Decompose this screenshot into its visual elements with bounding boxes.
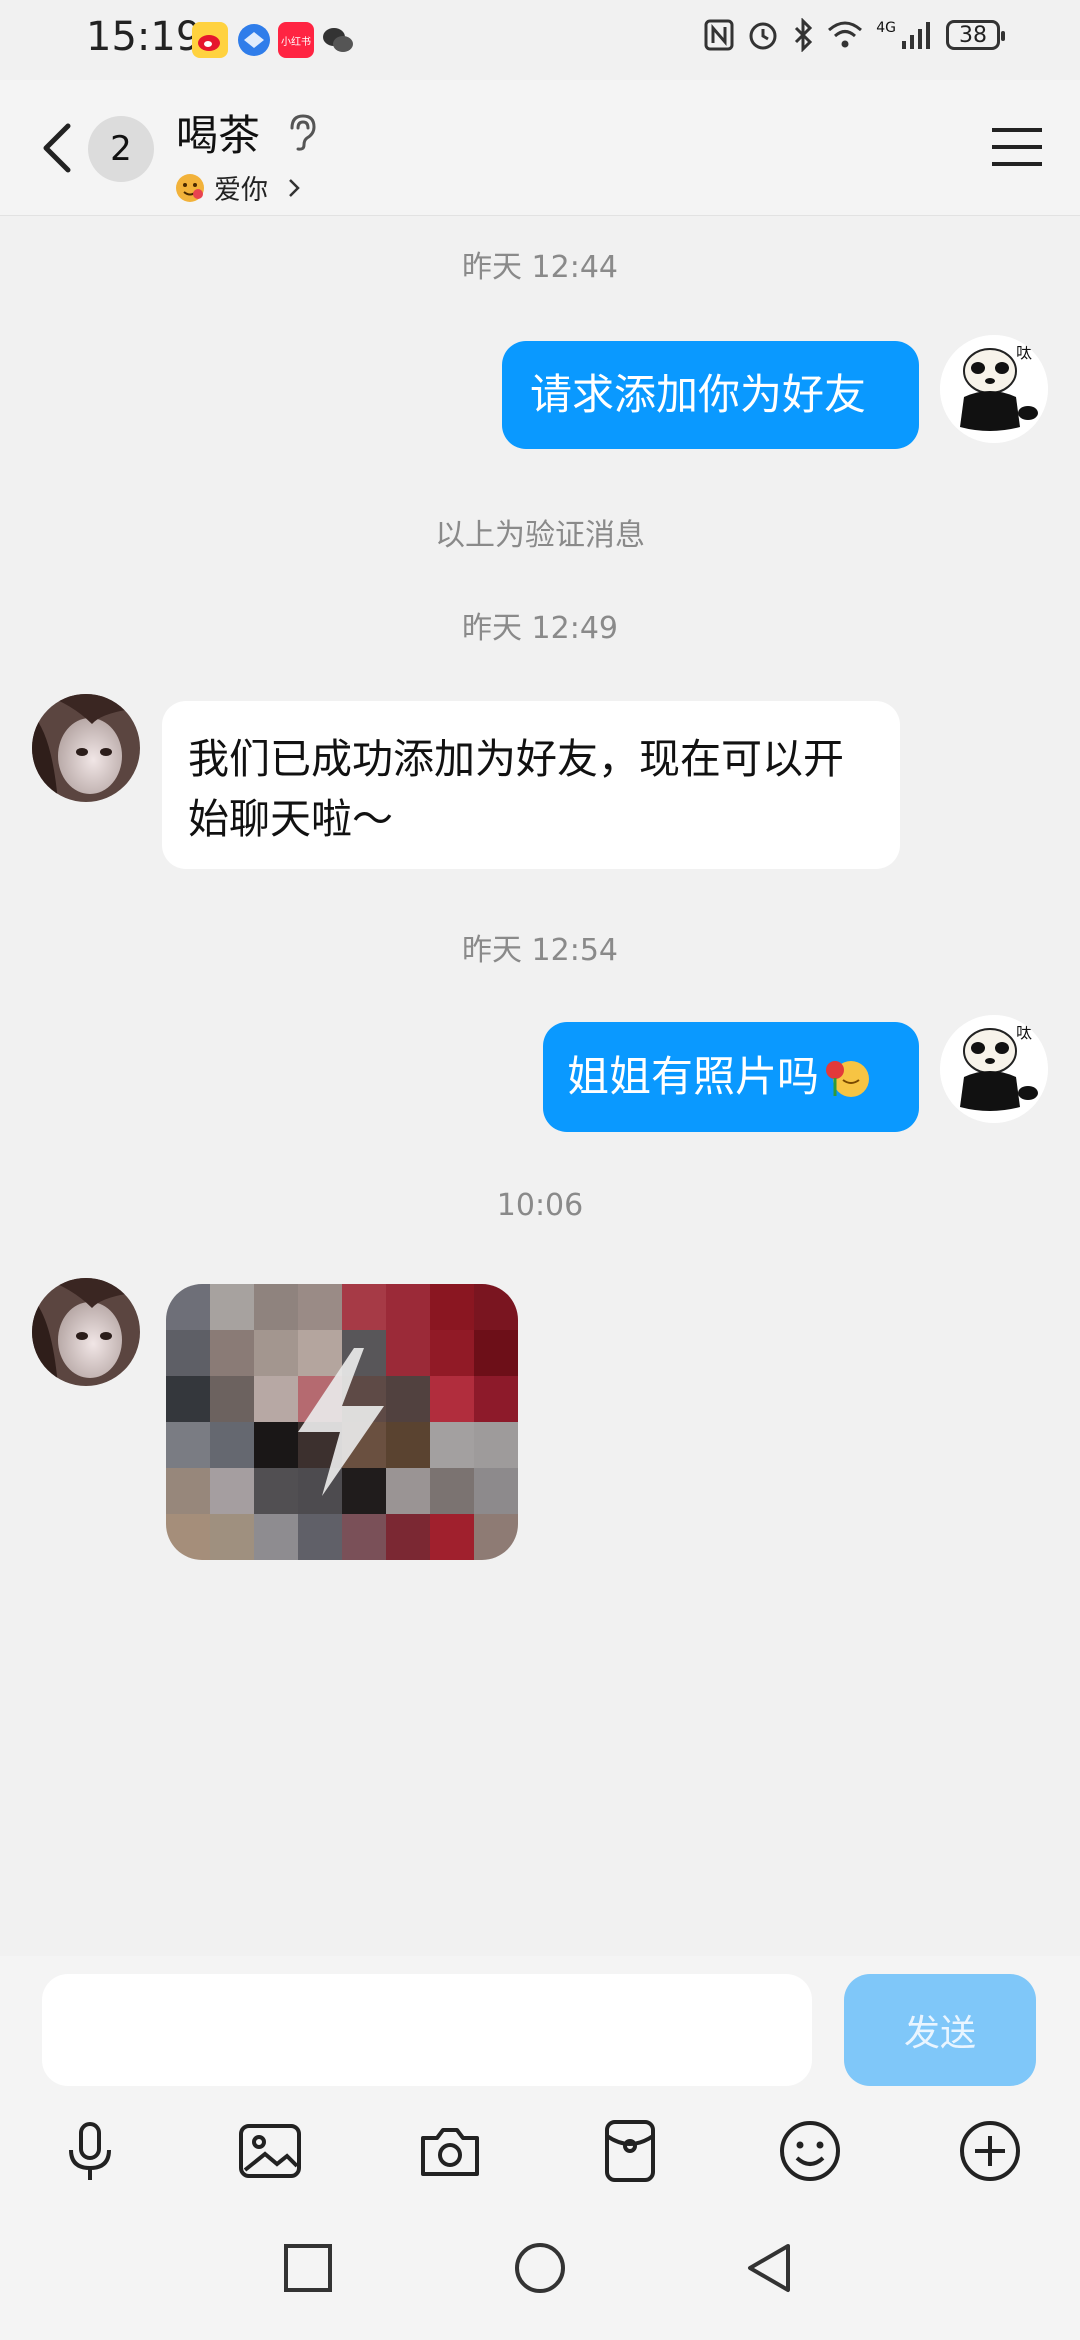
battery-icon: 38 <box>946 20 1005 50</box>
battery-level: 38 <box>959 22 987 48</box>
contact-avatar[interactable] <box>32 1278 140 1386</box>
chat-header: 2 喝茶 爱你 <box>0 80 1080 216</box>
alarm-icon <box>749 22 777 50</box>
home-icon[interactable] <box>512 2240 568 2296</box>
emoji-icon[interactable] <box>775 2116 845 2186</box>
signal-icon <box>902 22 930 49</box>
timestamp: 昨天 12:49 <box>462 611 618 646</box>
status-time: 15:19 <box>86 14 202 60</box>
rose-emoji-icon <box>826 1061 870 1097</box>
sent-message-bubble[interactable]: 请求添加你为好友 <box>502 341 919 449</box>
system-nav-bar <box>0 2196 1080 2340</box>
wifi-icon <box>828 21 863 48</box>
flash-photo-message[interactable] <box>166 1284 518 1560</box>
unread-count-badge[interactable]: 2 <box>88 116 154 182</box>
sent-message-bubble[interactable]: 姐姐有照片吗 <box>543 1022 919 1132</box>
message-input[interactable] <box>42 1974 812 2086</box>
flash-photo-icon <box>298 1348 384 1496</box>
send-button[interactable]: 发送 <box>844 1974 1036 2086</box>
input-toolbar <box>0 2106 1080 2196</box>
my-avatar[interactable]: 呔 <box>940 335 1048 443</box>
plus-icon[interactable] <box>955 2116 1025 2186</box>
back-nav-icon[interactable] <box>742 2240 798 2296</box>
nfc-icon <box>704 19 734 51</box>
status-row[interactable]: 爱你 <box>176 168 304 207</box>
image-icon[interactable] <box>235 2116 305 2186</box>
contact-avatar[interactable] <box>32 694 140 802</box>
avatar-caption: 呔 <box>1016 343 1033 362</box>
input-bar: 发送 <box>0 1956 1080 2106</box>
timestamp: 昨天 12:54 <box>462 933 618 968</box>
received-message-bubble[interactable]: 我们已成功添加为好友，现在可以开始聊天啦～ <box>162 701 900 869</box>
browser-icon <box>236 22 272 58</box>
timestamp: 10:06 <box>496 1188 584 1223</box>
network-type: 4G <box>876 20 896 36</box>
red-packet-icon[interactable] <box>595 2116 665 2186</box>
status-emoji-icon <box>176 173 204 202</box>
avatar-caption: 呔 <box>1016 1023 1033 1042</box>
xiaohongshu-icon: 小红书 <box>278 22 314 58</box>
chevron-right-icon <box>289 178 300 197</box>
bluetooth-icon <box>795 18 813 52</box>
my-avatar[interactable]: 呔 <box>940 1015 1048 1123</box>
camera-icon[interactable] <box>415 2116 485 2186</box>
status-indicators: 4G 38 <box>704 18 1005 52</box>
timestamp: 昨天 12:44 <box>462 250 618 285</box>
sent-message-text: 姐姐有照片吗 <box>567 1052 820 1101</box>
status-text: 爱你 <box>214 175 268 206</box>
chat-title[interactable]: 喝茶 <box>176 102 260 163</box>
weibo-icon <box>192 22 228 58</box>
menu-icon[interactable] <box>990 124 1046 170</box>
back-arrow-icon[interactable] <box>30 120 86 176</box>
xiaohongshu-text: 小红书 <box>281 36 311 48</box>
microphone-icon[interactable] <box>55 2116 125 2186</box>
ear-icon[interactable] <box>284 112 320 152</box>
system-message: 以上为验证消息 <box>435 518 645 553</box>
wechat-icon <box>320 22 356 58</box>
recent-apps-icon[interactable] <box>280 2240 336 2296</box>
